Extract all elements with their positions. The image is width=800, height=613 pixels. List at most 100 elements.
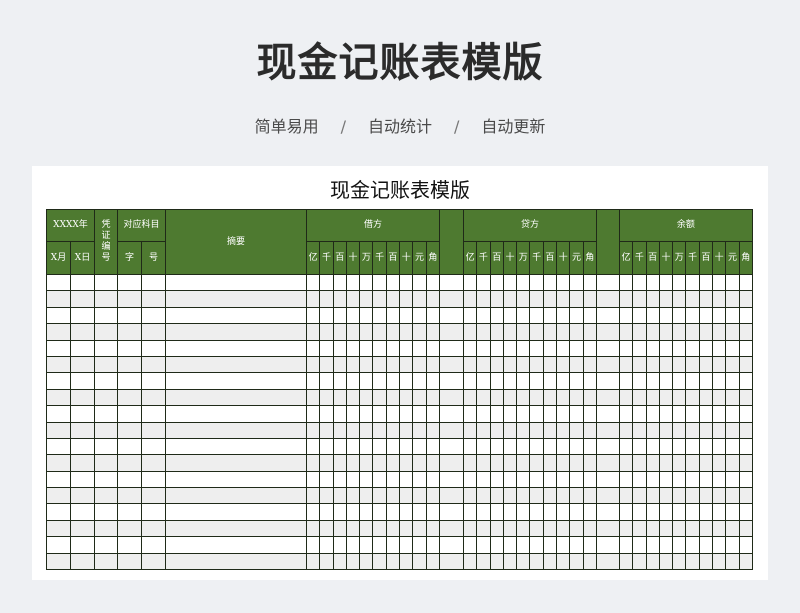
balance-digit-cell[interactable] <box>672 487 687 505</box>
credit-digit-cell[interactable] <box>502 405 518 423</box>
debit-digit-cell[interactable] <box>412 503 427 521</box>
balance-digit-cell[interactable] <box>725 405 740 423</box>
debit-digit-cell[interactable] <box>319 437 334 456</box>
balance-digit-cell[interactable] <box>738 388 753 407</box>
balance-digit-cell[interactable] <box>712 372 727 390</box>
credit-check-cell[interactable] <box>595 339 620 357</box>
credit-digit-cell[interactable] <box>502 536 518 554</box>
debit-digit-cell[interactable] <box>425 273 440 292</box>
credit-digit-cell[interactable] <box>502 487 518 505</box>
balance-digit-cell[interactable] <box>658 454 674 472</box>
credit-digit-cell[interactable] <box>569 437 584 456</box>
balance-digit-cell[interactable] <box>712 290 727 308</box>
credit-digit-cell[interactable] <box>529 290 544 308</box>
balance-digit-cell[interactable] <box>645 273 660 292</box>
credit-digit-cell[interactable] <box>569 388 584 407</box>
debit-digit-cell[interactable] <box>359 454 374 472</box>
debit-digit-cell[interactable] <box>319 454 334 472</box>
credit-digit-cell[interactable] <box>556 355 571 374</box>
debit-check-cell[interactable] <box>438 355 464 374</box>
debit-digit-cell[interactable] <box>319 355 334 374</box>
balance-digit-cell[interactable] <box>685 273 700 292</box>
voucher-cell[interactable] <box>94 405 118 423</box>
credit-digit-cell[interactable] <box>529 552 544 571</box>
balance-digit-cell[interactable] <box>712 339 727 357</box>
debit-digit-cell[interactable] <box>305 405 321 423</box>
voucher-cell[interactable] <box>94 339 118 357</box>
credit-digit-cell[interactable] <box>516 536 531 554</box>
credit-digit-cell[interactable] <box>542 273 558 292</box>
balance-digit-cell[interactable] <box>712 536 727 554</box>
debit-digit-cell[interactable] <box>372 503 387 521</box>
credit-check-cell[interactable] <box>595 290 620 308</box>
balance-digit-cell[interactable] <box>738 306 753 325</box>
credit-digit-cell[interactable] <box>489 339 504 357</box>
credit-check-cell[interactable] <box>595 421 620 439</box>
day-cell[interactable] <box>70 405 95 423</box>
credit-digit-cell[interactable] <box>556 487 571 505</box>
balance-digit-cell[interactable] <box>658 536 674 554</box>
account-char-cell[interactable] <box>117 323 142 341</box>
credit-digit-cell[interactable] <box>529 487 544 505</box>
debit-digit-cell[interactable] <box>319 388 334 407</box>
credit-digit-cell[interactable] <box>462 421 478 439</box>
credit-digit-cell[interactable] <box>556 306 571 325</box>
balance-digit-cell[interactable] <box>698 273 714 292</box>
credit-digit-cell[interactable] <box>556 503 571 521</box>
balance-digit-cell[interactable] <box>658 355 674 374</box>
credit-digit-cell[interactable] <box>582 519 597 538</box>
credit-digit-cell[interactable] <box>529 306 544 325</box>
credit-digit-cell[interactable] <box>542 470 558 489</box>
debit-check-cell[interactable] <box>438 552 464 571</box>
balance-digit-cell[interactable] <box>738 339 753 357</box>
credit-digit-cell[interactable] <box>529 388 544 407</box>
credit-digit-cell[interactable] <box>582 421 597 439</box>
debit-digit-cell[interactable] <box>385 454 401 472</box>
debit-digit-cell[interactable] <box>332 437 347 456</box>
credit-digit-cell[interactable] <box>516 290 531 308</box>
balance-digit-cell[interactable] <box>712 405 727 423</box>
balance-digit-cell[interactable] <box>725 421 740 439</box>
debit-digit-cell[interactable] <box>412 339 427 357</box>
credit-digit-cell[interactable] <box>476 470 491 489</box>
credit-check-cell[interactable] <box>595 355 620 374</box>
balance-digit-cell[interactable] <box>618 355 634 374</box>
debit-digit-cell[interactable] <box>359 552 374 571</box>
day-cell[interactable] <box>70 372 95 390</box>
balance-digit-cell[interactable] <box>658 519 674 538</box>
credit-check-cell[interactable] <box>595 323 620 341</box>
balance-digit-cell[interactable] <box>672 503 687 521</box>
account-char-cell[interactable] <box>117 552 142 571</box>
account-char-cell[interactable] <box>117 405 142 423</box>
debit-digit-cell[interactable] <box>412 552 427 571</box>
balance-digit-cell[interactable] <box>725 372 740 390</box>
debit-digit-cell[interactable] <box>332 372 347 390</box>
debit-digit-cell[interactable] <box>385 405 401 423</box>
balance-digit-cell[interactable] <box>738 273 753 292</box>
balance-digit-cell[interactable] <box>658 372 674 390</box>
debit-digit-cell[interactable] <box>345 405 361 423</box>
credit-digit-cell[interactable] <box>476 290 491 308</box>
balance-digit-cell[interactable] <box>738 487 753 505</box>
day-cell[interactable] <box>70 339 95 357</box>
balance-digit-cell[interactable] <box>712 437 727 456</box>
credit-digit-cell[interactable] <box>476 421 491 439</box>
debit-check-cell[interactable] <box>438 405 464 423</box>
debit-digit-cell[interactable] <box>399 273 414 292</box>
credit-digit-cell[interactable] <box>476 437 491 456</box>
day-cell[interactable] <box>70 552 95 571</box>
debit-digit-cell[interactable] <box>332 306 347 325</box>
account-no-cell[interactable] <box>141 487 166 505</box>
debit-check-cell[interactable] <box>438 290 464 308</box>
balance-digit-cell[interactable] <box>658 306 674 325</box>
account-char-cell[interactable] <box>117 470 142 489</box>
credit-digit-cell[interactable] <box>556 323 571 341</box>
debit-check-cell[interactable] <box>438 306 464 325</box>
credit-digit-cell[interactable] <box>516 421 531 439</box>
credit-check-cell[interactable] <box>595 552 620 571</box>
debit-digit-cell[interactable] <box>385 388 401 407</box>
balance-digit-cell[interactable] <box>685 454 700 472</box>
balance-digit-cell[interactable] <box>738 355 753 374</box>
debit-digit-cell[interactable] <box>319 405 334 423</box>
credit-digit-cell[interactable] <box>582 372 597 390</box>
